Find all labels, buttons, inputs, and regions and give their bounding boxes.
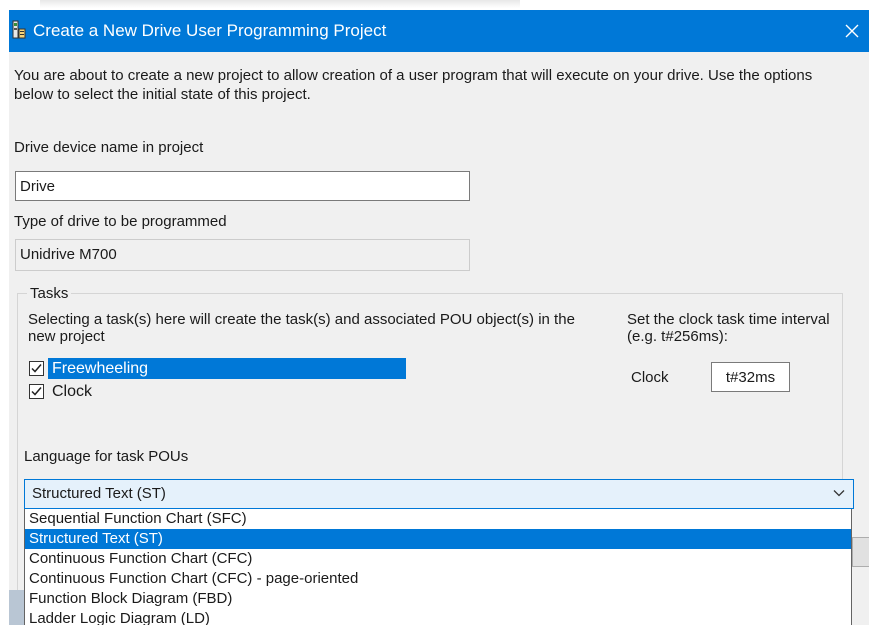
drive-type-label: Type of drive to be programmed — [14, 213, 227, 230]
tasks-legend: Tasks — [27, 285, 72, 302]
title-bar[interactable]: Create a New Drive User Programming Proj… — [9, 10, 869, 52]
tasks-description: Selecting a task(s) here will create the… — [28, 311, 575, 345]
checkmark-icon — [31, 386, 42, 396]
intro-text: You are about to create a new project to… — [14, 67, 813, 103]
clock-interval-label: Clock — [631, 369, 669, 386]
language-select-value: Structured Text (ST) — [32, 485, 166, 502]
language-option-fbd[interactable]: Function Block Diagram (FBD) — [25, 589, 851, 609]
task-item-freewheeling[interactable]: Freewheeling — [29, 357, 406, 379]
language-select[interactable]: Structured Text (ST) — [24, 479, 854, 509]
drive-type-field: Unidrive M700 — [15, 239, 470, 271]
app-icon — [12, 20, 26, 39]
task-item-clock[interactable]: Clock — [29, 380, 96, 402]
device-name-input[interactable] — [15, 171, 470, 201]
background-window-edge-left — [9, 590, 24, 625]
clock-checkbox[interactable] — [29, 383, 44, 399]
language-dropdown-list[interactable]: Sequential Function Chart (SFC) Structur… — [24, 509, 852, 625]
language-option-ld[interactable]: Ladder Logic Diagram (LD) — [25, 609, 851, 625]
create-project-dialog: Create a New Drive User Programming Proj… — [9, 10, 869, 625]
close-icon — [845, 24, 859, 38]
clock-task-label[interactable]: Clock — [48, 381, 96, 402]
language-label: Language for task POUs — [24, 448, 189, 465]
background-window-edge — [40, 0, 520, 8]
background-strip — [0, 0, 869, 10]
device-name-label: Drive device name in project — [14, 139, 204, 156]
partially-hidden-button[interactable] — [852, 537, 869, 567]
language-option-cfc-page[interactable]: Continuous Function Chart (CFC) - page-o… — [25, 569, 851, 589]
freewheeling-label[interactable]: Freewheeling — [48, 357, 406, 379]
checkmark-icon — [31, 363, 42, 373]
language-option-cfc[interactable]: Continuous Function Chart (CFC) — [25, 549, 851, 569]
language-option-st[interactable]: Structured Text (ST) — [25, 529, 851, 549]
freewheeling-checkbox[interactable] — [29, 360, 44, 376]
clock-interval-input[interactable] — [711, 362, 790, 392]
language-option-sfc[interactable]: Sequential Function Chart (SFC) — [25, 509, 851, 529]
close-button[interactable] — [835, 10, 869, 52]
chevron-down-icon[interactable] — [833, 489, 845, 497]
clock-interval-description: Set the clock task time interval (e.g. t… — [627, 311, 830, 345]
window-title: Create a New Drive User Programming Proj… — [33, 21, 387, 40]
